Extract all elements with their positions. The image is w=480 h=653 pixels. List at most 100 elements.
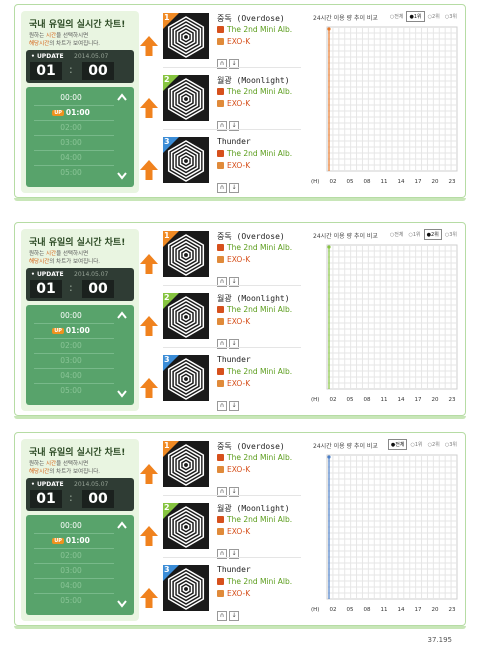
album-link[interactable]: The 2nd Mini Alb. xyxy=(217,149,292,158)
chevron-down-icon[interactable] xyxy=(116,387,128,399)
album-cover[interactable]: 2 xyxy=(163,75,209,121)
rank-number: 1 xyxy=(164,13,170,22)
time-option[interactable]: 04:00 xyxy=(26,581,116,590)
x-tick-label: 23 xyxy=(449,397,456,403)
x-tick-label: 08 xyxy=(364,179,371,185)
x-tick-label: 02 xyxy=(330,607,337,613)
subtitle-text: 의 차트가 보여집니다. xyxy=(49,259,101,265)
rank-up-arrow-icon xyxy=(140,526,158,546)
x-tick-label: 23 xyxy=(449,607,456,613)
time-option[interactable]: 04:00 xyxy=(26,153,116,162)
time-option[interactable]: 03:00 xyxy=(26,566,116,575)
artist-link[interactable]: EXO-K xyxy=(217,161,250,170)
time-selector: 국내 유일의 실시간 차트! 원하는 시간을 선택하시면 해당시간의 차트가 보여집… xyxy=(21,439,139,621)
time-divider xyxy=(34,578,114,579)
album-cover[interactable]: 2 xyxy=(163,293,209,339)
time-option[interactable]: 00:00 xyxy=(26,93,116,102)
download-icon[interactable]: ↓ xyxy=(229,183,239,193)
artist-link[interactable]: EXO-K xyxy=(217,317,250,326)
rank-badge: 1 xyxy=(163,13,179,29)
subtitle-text: 의 차트가 보여집니다. xyxy=(49,41,101,47)
artist-link[interactable]: EXO-K xyxy=(217,527,250,536)
time-option[interactable]: 00:00 xyxy=(26,311,116,320)
song-divider xyxy=(163,129,301,130)
rank-number: 3 xyxy=(164,565,170,574)
chart-panel: 국내 유일의 실시간 차트! 원하는 시간을 선택하시면 해당시간의 차트가 보여집… xyxy=(14,432,466,629)
album-cover[interactable]: 3 xyxy=(163,137,209,183)
song-title[interactable]: Thunder xyxy=(217,137,251,146)
chevron-down-icon[interactable] xyxy=(116,597,128,609)
x-tick-label: 14 xyxy=(398,397,405,403)
chevron-up-icon[interactable] xyxy=(116,309,128,321)
song-title[interactable]: Thunder xyxy=(217,355,251,364)
time-option[interactable]: 05:00 xyxy=(26,386,116,395)
song-title[interactable]: 월광 (Moonlight) xyxy=(217,293,290,304)
time-label: 03:00 xyxy=(60,138,82,147)
artist-link[interactable]: EXO-K xyxy=(217,99,250,108)
artist-link[interactable]: EXO-K xyxy=(217,589,250,598)
song-title[interactable]: 중독 (Overdose) xyxy=(217,13,285,24)
album-cover[interactable]: 1 xyxy=(163,231,209,277)
time-option[interactable]: UP 01:00 xyxy=(26,536,116,545)
time-option[interactable]: UP 01:00 xyxy=(26,108,116,117)
song-list: 1 중독 (Overdose) The 2nd Mini Alb. EXO-K ∩ ↓ 2 월… xyxy=(139,9,301,195)
album-link[interactable]: The 2nd Mini Alb. xyxy=(217,577,292,586)
song-title[interactable]: 중독 (Overdose) xyxy=(217,441,285,452)
artist-link[interactable]: EXO-K xyxy=(217,255,250,264)
time-label: 03:00 xyxy=(60,356,82,365)
time-option[interactable]: 05:00 xyxy=(26,168,116,177)
album-link[interactable]: The 2nd Mini Alb. xyxy=(217,87,292,96)
album-cover[interactable]: 2 xyxy=(163,503,209,549)
update-label: • UPDATE xyxy=(31,53,64,60)
album-cover[interactable]: 3 xyxy=(163,355,209,401)
artist-link[interactable]: EXO-K xyxy=(217,379,250,388)
rank-number: 2 xyxy=(164,503,170,512)
rank-badge: 1 xyxy=(163,231,179,247)
subtitle-highlight: 시간 xyxy=(45,251,57,257)
time-option[interactable]: 02:00 xyxy=(26,341,116,350)
chevron-down-icon[interactable] xyxy=(116,169,128,181)
time-option[interactable]: 03:00 xyxy=(26,356,116,365)
artist-link[interactable]: EXO-K xyxy=(217,37,250,46)
album-link[interactable]: The 2nd Mini Alb. xyxy=(217,305,292,314)
time-option[interactable]: 05:00 xyxy=(26,596,116,605)
song-title[interactable]: 중독 (Overdose) xyxy=(217,231,285,242)
data-point xyxy=(327,245,331,249)
album-link[interactable]: The 2nd Mini Alb. xyxy=(217,243,292,252)
time-option[interactable]: 02:00 xyxy=(26,123,116,132)
song-title[interactable]: 월광 (Moonlight) xyxy=(217,75,290,86)
album-link[interactable]: The 2nd Mini Alb. xyxy=(217,515,292,524)
song-title[interactable]: Thunder xyxy=(217,565,251,574)
album-link[interactable]: The 2nd Mini Alb. xyxy=(217,367,292,376)
time-option[interactable]: 03:00 xyxy=(26,138,116,147)
time-option[interactable]: 04:00 xyxy=(26,371,116,380)
time-option[interactable]: 02:00 xyxy=(26,551,116,560)
album-link[interactable]: The 2nd Mini Alb. xyxy=(217,25,292,34)
chevron-up-icon[interactable] xyxy=(116,91,128,103)
rank-up-arrow-icon xyxy=(140,254,158,274)
rank-up-arrow-icon xyxy=(140,98,158,118)
song-item: 2 월광 (Moonlight) The 2nd Mini Alb. EXO-K ∩ ↓ xyxy=(139,289,301,349)
download-icon[interactable]: ↓ xyxy=(229,401,239,411)
headphones-icon[interactable]: ∩ xyxy=(217,183,227,193)
time-option[interactable]: UP 01:00 xyxy=(26,326,116,335)
time-option[interactable]: 00:00 xyxy=(26,521,116,530)
headphones-icon[interactable]: ∩ xyxy=(217,401,227,411)
chevron-up-icon[interactable] xyxy=(116,519,128,531)
album-link[interactable]: The 2nd Mini Alb. xyxy=(217,453,292,462)
time-selector: 국내 유일의 실시간 차트! 원하는 시간을 선택하시면 해당시간의 차트가 보여집… xyxy=(21,11,139,193)
hour-display: 01 xyxy=(30,490,62,508)
song-divider xyxy=(163,347,301,348)
album-cover[interactable]: 1 xyxy=(163,441,209,487)
album-cover[interactable]: 1 xyxy=(163,13,209,59)
download-icon[interactable]: ↓ xyxy=(229,611,239,621)
album-cover[interactable]: 3 xyxy=(163,565,209,611)
artist-link[interactable]: EXO-K xyxy=(217,465,250,474)
rank-badge: 2 xyxy=(163,293,179,309)
x-tick-label: 20 xyxy=(432,179,439,185)
page-number: 37.195 xyxy=(427,636,453,644)
headphones-icon[interactable]: ∩ xyxy=(217,611,227,621)
update-clock: • UPDATE 2014.05.07 01:00 xyxy=(26,268,134,301)
up-badge: UP xyxy=(52,538,64,544)
song-title[interactable]: 월광 (Moonlight) xyxy=(217,503,290,514)
